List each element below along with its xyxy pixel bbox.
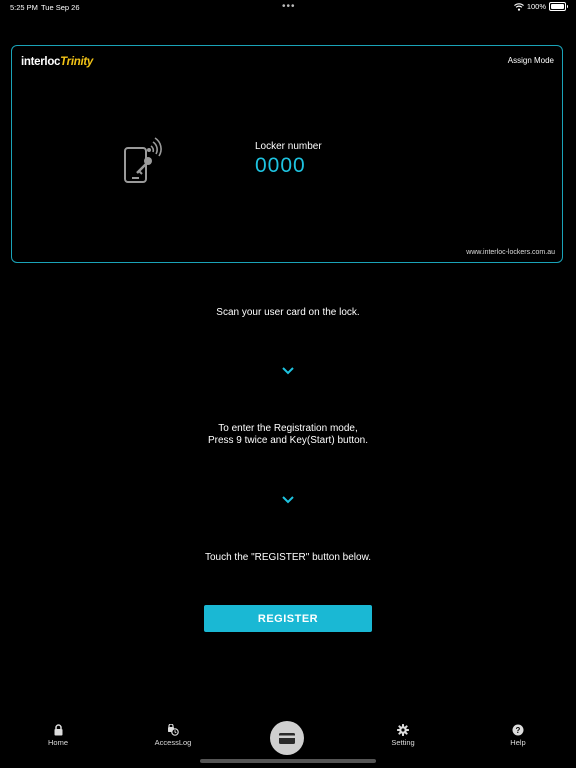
locker-card: interlocTrinity Assign Mode Locker numbe… [11, 45, 563, 263]
instruction-step-1: Scan your user card on the lock. [216, 307, 360, 318]
status-date: Tue Sep 26 [41, 3, 80, 12]
tab-home[interactable]: Home [23, 724, 93, 747]
battery-percent: 100% [526, 2, 546, 11]
svg-text:?: ? [516, 726, 521, 735]
status-time: 5:25 PM [10, 3, 38, 12]
battery-icon [549, 2, 568, 11]
instruction-step-2-line-2: Press 9 twice and Key(Start) button. [207, 435, 369, 446]
status-right: 100% [513, 2, 568, 11]
instruction-step-2: To enter the Registration mode, Press 9 … [0, 423, 576, 447]
wifi-icon [513, 2, 524, 11]
card-icon [279, 732, 295, 744]
locker-number-label: Locker number [255, 141, 322, 152]
chevron-down-icon [282, 496, 294, 504]
home-indicator[interactable] [200, 759, 376, 763]
tab-home-label: Home [47, 738, 68, 747]
tab-help-label: Help [510, 738, 526, 747]
tab-accesslog-label: AccessLog [154, 738, 192, 747]
register-button[interactable]: REGISTER [204, 605, 372, 632]
lock-icon [54, 724, 62, 736]
tab-card[interactable] [270, 721, 304, 755]
access-log-icon [168, 724, 179, 736]
instruction-step-3: Touch the "REGISTER" button below. [204, 552, 372, 563]
logo-text-interloc: interloc [21, 56, 61, 68]
gear-icon [397, 724, 409, 736]
battery-fill [551, 4, 564, 9]
assign-mode-label: Assign Mode [507, 56, 554, 65]
status-bar: 5:25 PM Tue Sep 26 ••• 100% [0, 0, 576, 14]
website-url: www.interloc-lockers.com.au [466, 249, 555, 256]
tab-help[interactable]: ? Help [483, 724, 553, 747]
tab-setting[interactable]: Setting [368, 724, 438, 747]
chevron-down-icon [282, 367, 294, 375]
tab-setting-label: Setting [391, 738, 415, 747]
logo-text-trinity: Trinity [60, 56, 93, 68]
tab-accesslog[interactable]: AccessLog [138, 724, 208, 747]
interloc-trinity-logo: interlocTrinity [21, 56, 93, 68]
locker-number-value: 0000 [255, 154, 306, 177]
phone-key-icon [124, 137, 162, 183]
help-icon: ? [512, 724, 524, 736]
instruction-step-2-line-1: To enter the Registration mode, [218, 423, 358, 434]
multitasking-dots[interactable]: ••• [282, 1, 296, 12]
